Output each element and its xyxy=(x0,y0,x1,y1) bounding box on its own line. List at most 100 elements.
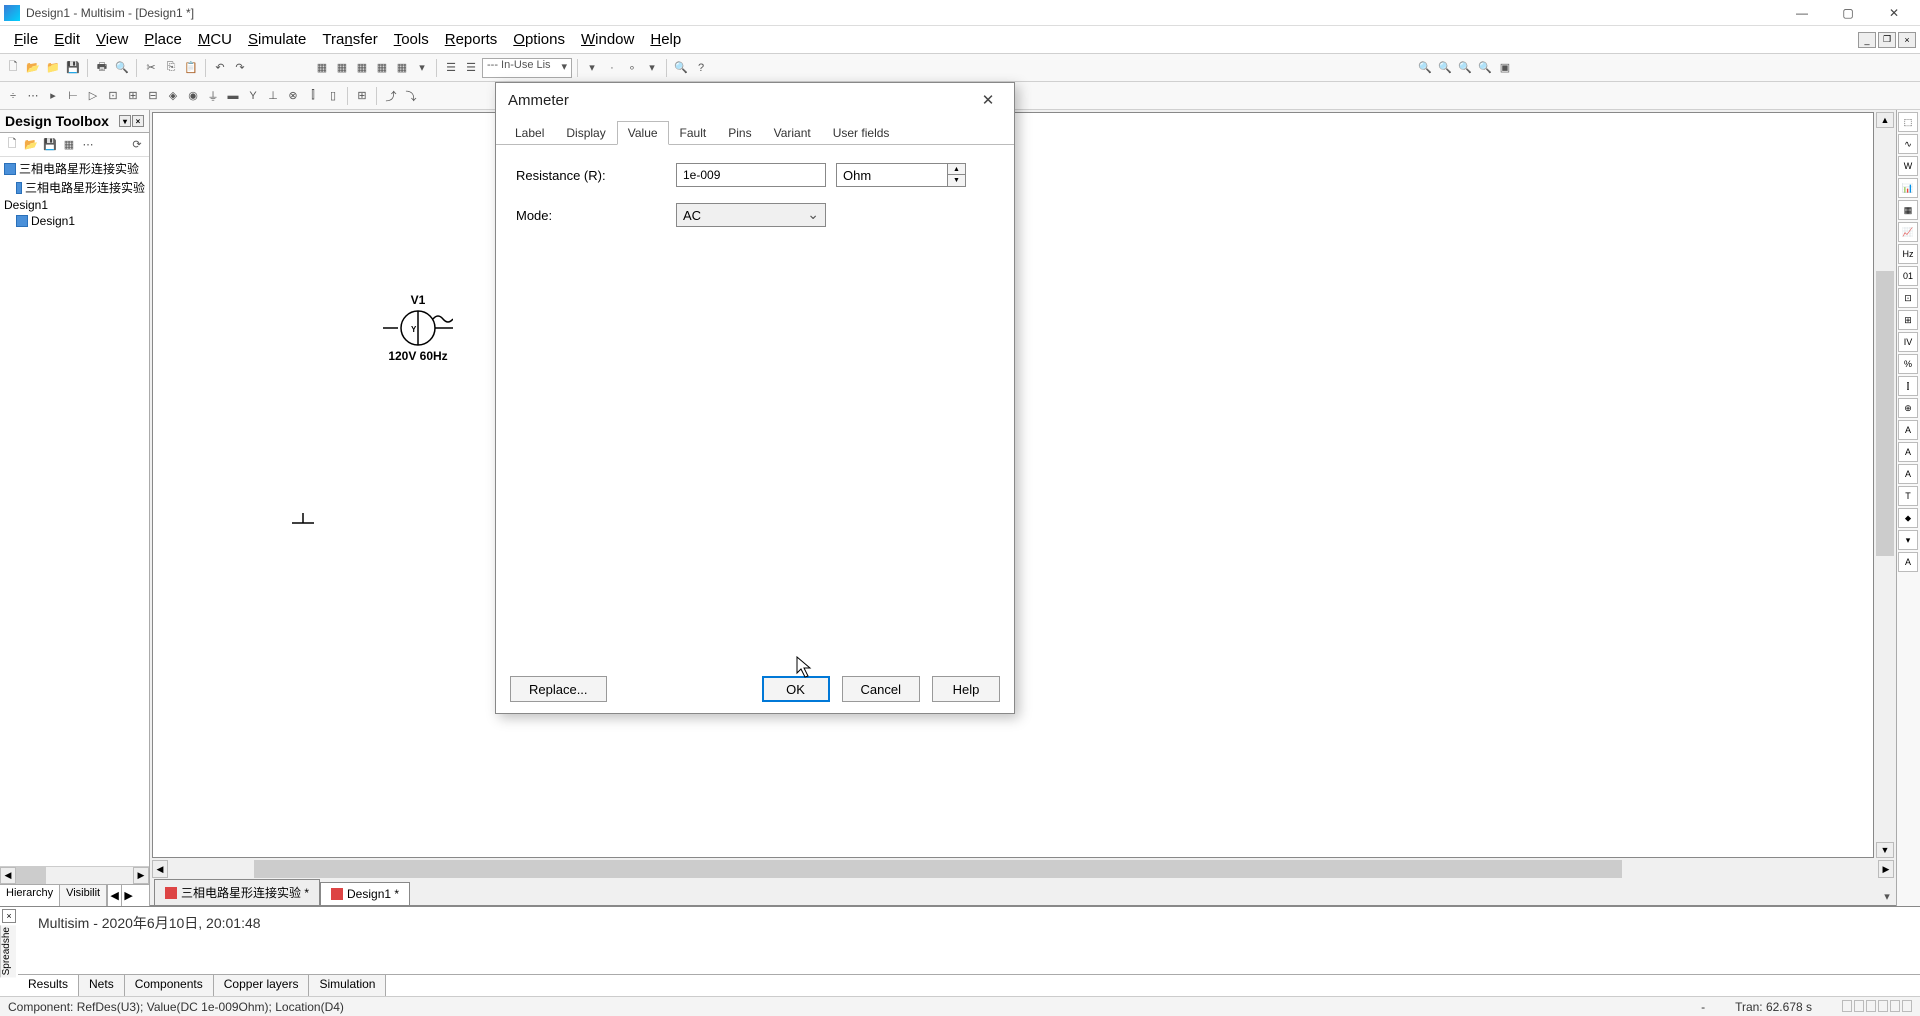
instr-agilent2-icon[interactable]: A xyxy=(1898,442,1918,462)
place-basic-icon[interactable]: ⋯ xyxy=(24,87,42,105)
view-icon-3[interactable]: ▦ xyxy=(353,59,371,77)
zoom-in-icon[interactable]: 🔍 xyxy=(1416,59,1434,77)
place-misc-icon[interactable]: ⊟ xyxy=(144,87,162,105)
close-button[interactable]: ✕ xyxy=(1880,3,1908,23)
instr-wordgen-icon[interactable]: 01 xyxy=(1898,266,1918,286)
component-ground[interactable] xyxy=(288,513,318,536)
open2-icon[interactable]: 📁 xyxy=(44,59,62,77)
instr-agilent1-icon[interactable]: A xyxy=(1898,420,1918,440)
tb-open-icon[interactable]: 📂 xyxy=(23,137,39,153)
help-icon[interactable]: ? xyxy=(692,59,710,77)
menu-reports[interactable]: Reports xyxy=(437,29,506,50)
fullscreen-icon[interactable]: ▣ xyxy=(1496,59,1514,77)
canvas-hscroll[interactable]: ◀ ▶ xyxy=(152,860,1894,878)
place-mixed-icon[interactable]: ◈ xyxy=(164,87,182,105)
instr-network-icon[interactable]: ⊕ xyxy=(1898,398,1918,418)
place-rf-icon[interactable]: ⊥ xyxy=(264,87,282,105)
place-power-icon[interactable]: ⏚ xyxy=(204,87,222,105)
place-analog-icon[interactable]: ▷ xyxy=(84,87,102,105)
tab-nets[interactable]: Nets xyxy=(79,975,125,996)
preview-icon[interactable]: 🔍 xyxy=(113,59,131,77)
component-v1[interactable]: V1 Y 120V 60Hz xyxy=(383,293,453,363)
place-mcu-icon[interactable]: ▯ xyxy=(324,87,342,105)
undo-icon[interactable]: ↶ xyxy=(211,59,229,77)
save-icon[interactable]: 💾 xyxy=(64,59,82,77)
resistance-unit-spinner[interactable]: Ohm ▲ ▼ xyxy=(836,163,966,187)
replace-button[interactable]: Replace... xyxy=(510,676,607,702)
list-icon-1[interactable]: ☰ xyxy=(442,59,460,77)
tb-save-icon[interactable]: 💾 xyxy=(42,137,58,153)
tb-view-icon[interactable]: ▦ xyxy=(61,137,77,153)
view-icon-5[interactable]: ▦ xyxy=(393,59,411,77)
scroll-up-icon[interactable]: ▲ xyxy=(1876,112,1894,128)
scroll-right-icon[interactable]: ▶ xyxy=(1878,860,1894,878)
scroll-left-icon[interactable]: ◀ xyxy=(0,867,16,884)
tab-label[interactable]: Label xyxy=(504,121,555,144)
menu-options[interactable]: Options xyxy=(505,29,573,50)
toolbox-pin-icon[interactable]: ▾ xyxy=(119,115,131,127)
mdi-minimize[interactable]: _ xyxy=(1858,32,1876,48)
doc-tab-menu-icon[interactable]: ▾ xyxy=(1878,887,1896,905)
tab-nav-left-icon[interactable]: ◀ xyxy=(107,885,121,906)
list-icon-2[interactable]: ☰ xyxy=(462,59,480,77)
canvas-vscroll[interactable]: ▲ ▼ xyxy=(1876,112,1894,858)
paste-icon[interactable]: 📋 xyxy=(182,59,200,77)
place-transistor-icon[interactable]: ⊢ xyxy=(64,87,82,105)
instr-elvis-icon[interactable]: ▾ xyxy=(1898,530,1918,550)
menu-view[interactable]: View xyxy=(88,29,136,50)
place-electro-icon[interactable]: ⊗ xyxy=(284,87,302,105)
place-connector-icon[interactable]: ⫿ xyxy=(304,87,322,105)
instr-funcgen-icon[interactable]: ∿ xyxy=(1898,134,1918,154)
toolbox-tab-visibility[interactable]: Visibilit xyxy=(60,885,107,906)
place-source-icon[interactable]: ÷ xyxy=(4,87,22,105)
instr-wattmeter-icon[interactable]: W xyxy=(1898,156,1918,176)
mode-combo[interactable]: AC xyxy=(676,203,826,227)
copy-icon[interactable]: ⎘ xyxy=(162,59,180,77)
bus-icon[interactable]: ⤴ xyxy=(382,87,400,105)
doc-tab[interactable]: Design1 * xyxy=(320,882,410,905)
scroll-right-icon[interactable]: ▶ xyxy=(133,867,149,884)
tab-value[interactable]: Value xyxy=(617,121,669,145)
ok-button[interactable]: OK xyxy=(762,676,830,702)
toolbox-tree[interactable]: 三相电路星形连接实验 三相电路星形连接实验 Design1 Design1 xyxy=(0,157,149,866)
instr-labview-icon[interactable]: ⬥ xyxy=(1898,508,1918,528)
menu-simulate[interactable]: Simulate xyxy=(240,29,314,50)
tab-copper-layers[interactable]: Copper layers xyxy=(214,975,310,996)
comp-icon-1[interactable]: ▾ xyxy=(583,59,601,77)
spin-up-icon[interactable]: ▲ xyxy=(947,164,965,175)
instr-current-icon[interactable]: A xyxy=(1898,552,1918,572)
cut-icon[interactable]: ✂ xyxy=(142,59,160,77)
zoom-out-icon[interactable]: 🔍 xyxy=(1436,59,1454,77)
zoom-fit-icon[interactable]: 🔍 xyxy=(1456,59,1474,77)
comp-icon-2[interactable]: · xyxy=(603,59,621,77)
tab-user-fields[interactable]: User fields xyxy=(822,121,901,144)
inuse-list-combo[interactable]: --- In-Use Lis xyxy=(482,58,572,78)
comp-icon-4[interactable]: ▾ xyxy=(643,59,661,77)
instr-logic-icon[interactable]: ⊡ xyxy=(1898,288,1918,308)
menu-transfer[interactable]: Transfer xyxy=(314,29,385,50)
tab-results[interactable]: Results xyxy=(18,975,79,996)
menu-help[interactable]: Help xyxy=(642,29,689,50)
tab-pins[interactable]: Pins xyxy=(717,121,762,144)
zoom-select-icon[interactable]: 🔍 xyxy=(1476,59,1494,77)
instr-4ch-icon[interactable]: ▦ xyxy=(1898,200,1918,220)
spin-down-icon[interactable]: ▼ xyxy=(947,175,965,186)
place-advanced-icon[interactable]: Y xyxy=(244,87,262,105)
tb-new-icon[interactable]: 🗋 xyxy=(4,137,20,153)
tab-variant[interactable]: Variant xyxy=(763,121,822,144)
view-icon-4[interactable]: ▦ xyxy=(373,59,391,77)
menu-file[interactable]: File xyxy=(6,29,46,50)
instr-iv-icon[interactable]: IV xyxy=(1898,332,1918,352)
tab-components[interactable]: Components xyxy=(125,975,214,996)
hierarchy-icon[interactable]: ⊞ xyxy=(353,87,371,105)
pane-close-icon[interactable]: × xyxy=(2,909,16,923)
toolbox-tab-hierarchy[interactable]: Hierarchy xyxy=(0,885,60,906)
menu-mcu[interactable]: MCU xyxy=(190,29,240,50)
mdi-restore[interactable]: ❐ xyxy=(1878,32,1896,48)
tab-nav-right-icon[interactable]: ▶ xyxy=(121,885,135,906)
redo-icon[interactable]: ↷ xyxy=(231,59,249,77)
tab-display[interactable]: Display xyxy=(555,121,616,144)
maximize-button[interactable]: ▢ xyxy=(1834,3,1862,23)
minimize-button[interactable]: — xyxy=(1788,3,1816,23)
instr-bode-icon[interactable]: 📈 xyxy=(1898,222,1918,242)
